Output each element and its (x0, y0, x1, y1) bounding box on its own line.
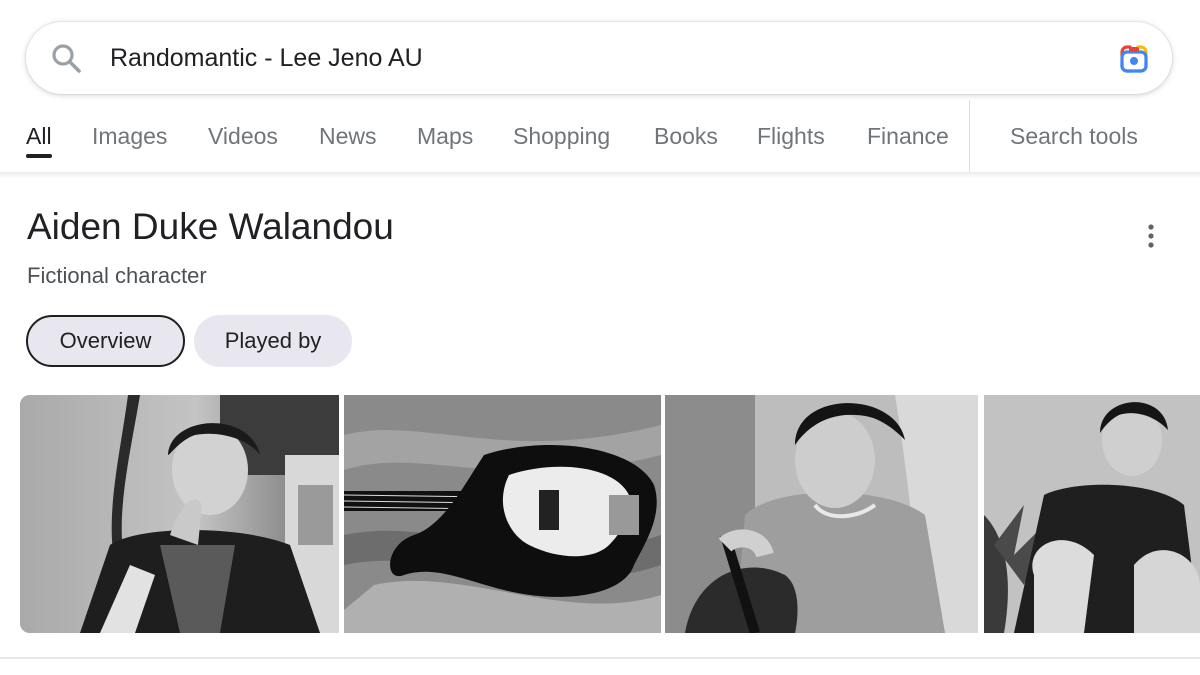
entity-subtitle: Fictional character (27, 263, 207, 288)
tab-shopping[interactable]: Shopping (513, 100, 610, 172)
tab-news[interactable]: News (319, 100, 377, 172)
tab-all[interactable]: All (26, 100, 52, 172)
search-tabs: All Images Videos News Maps Shopping Boo… (0, 100, 1200, 172)
tab-books[interactable]: Books (654, 100, 718, 172)
section-divider (0, 657, 1200, 659)
man-crouching-photo[interactable] (984, 395, 1200, 633)
tab-maps[interactable]: Maps (417, 100, 473, 172)
chip-played-by[interactable]: Played by (194, 315, 352, 367)
tab-flights[interactable]: Flights (757, 100, 825, 172)
search-bar[interactable]: Randomantic - Lee Jeno AU (26, 22, 1172, 94)
tab-finance[interactable]: Finance (867, 100, 949, 172)
search-icon[interactable] (50, 42, 82, 74)
chip-overview[interactable]: Overview (26, 315, 185, 367)
tabs-shadow (0, 172, 1200, 178)
image-strip (20, 395, 1200, 633)
tabs-divider (969, 100, 970, 172)
tab-videos[interactable]: Videos (208, 100, 278, 172)
google-lens-icon[interactable] (1118, 43, 1150, 75)
man-hand-on-chin-photo[interactable] (20, 395, 339, 633)
search-input[interactable]: Randomantic - Lee Jeno AU (110, 22, 423, 94)
more-vertical-icon[interactable] (1138, 222, 1164, 250)
man-playing-bass-photo[interactable] (665, 395, 978, 633)
bass-guitar-on-bed-photo[interactable] (344, 395, 661, 633)
tab-images[interactable]: Images (92, 100, 167, 172)
entity-title: Aiden Duke Walandou (27, 206, 394, 247)
tab-search-tools[interactable]: Search tools (1010, 100, 1138, 172)
